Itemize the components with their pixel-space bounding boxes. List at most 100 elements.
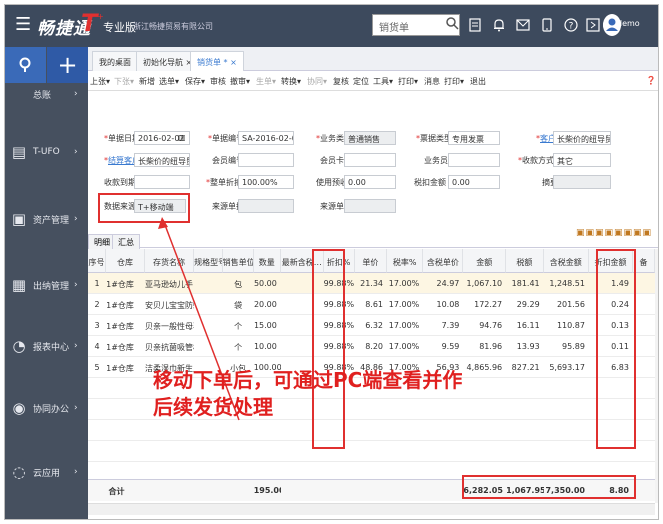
sidebar-add-button[interactable]: + bbox=[47, 47, 88, 83]
horizontal-scrollbar[interactable] bbox=[88, 503, 655, 515]
exit-button[interactable]: 退出 bbox=[470, 76, 486, 87]
col-header-tax-rate[interactable]: 税率% bbox=[387, 249, 424, 273]
cell-tax[interactable]: 29.29 bbox=[506, 294, 544, 315]
cell-remark[interactable] bbox=[633, 357, 655, 378]
col-header-unit[interactable]: 销售单位 bbox=[222, 249, 254, 273]
cell-item-name[interactable]: 亚马逊幼儿手口… bbox=[145, 273, 194, 294]
col-header-remark[interactable]: 备 bbox=[632, 249, 655, 273]
print-button[interactable]: 打印▾ bbox=[398, 76, 418, 87]
cell-latest-price[interactable] bbox=[281, 294, 324, 315]
audit-button[interactable]: 审核 bbox=[210, 76, 226, 87]
prepaid-field[interactable]: 0.00 bbox=[344, 175, 396, 189]
cell-no[interactable]: 5 bbox=[88, 357, 106, 378]
col-header-price[interactable]: 单价 bbox=[354, 249, 388, 273]
cell-tax-price[interactable]: 10.08 bbox=[423, 294, 463, 315]
cell-tax-rate[interactable]: 17.00% bbox=[387, 294, 423, 315]
tab-desktop[interactable]: 我的桌面 bbox=[92, 51, 138, 71]
cell-discount[interactable]: 99.88% bbox=[324, 294, 355, 315]
cell-item-name[interactable]: 贝亲一般性母乳… bbox=[145, 315, 194, 336]
sidebar-item-ledger[interactable]: 总账 › bbox=[5, 83, 88, 105]
cell-warehouse[interactable]: 1#仓库 bbox=[106, 273, 145, 294]
next-button[interactable]: 下张▾ bbox=[114, 76, 134, 87]
settle-customer-field[interactable]: 长柴价的纽导贸 bbox=[134, 153, 190, 167]
print-menu-button[interactable]: 打印▾ bbox=[444, 76, 464, 87]
cell-price[interactable]: 8.20 bbox=[355, 336, 387, 357]
sidebar-item-tufo[interactable]: ▤ T-UFO › bbox=[5, 137, 88, 167]
convert-button[interactable]: 转换▾ bbox=[281, 76, 301, 87]
cell-no[interactable]: 3 bbox=[88, 315, 106, 336]
cell-amount[interactable]: 172.27 bbox=[463, 294, 506, 315]
table-row[interactable]: 31#仓库贝亲一般性母乳… 个15.00 99.88%6.3217.00%7.399… bbox=[88, 315, 655, 336]
cell-tax[interactable]: 181.41 bbox=[506, 273, 544, 294]
cell-discount[interactable]: 99.88% bbox=[324, 315, 355, 336]
sidebar-item-report-center[interactable]: ◔ 报表中心 › bbox=[5, 331, 88, 361]
locate-button[interactable]: 定位 bbox=[353, 76, 369, 87]
save-button[interactable]: 保存▾ bbox=[185, 76, 205, 87]
cell-discount-amount[interactable]: 0.24 bbox=[589, 294, 633, 315]
cell-unit[interactable]: 袋 bbox=[223, 294, 254, 315]
doc-no-field[interactable]: SA-2016-02-00-0... bbox=[238, 131, 294, 145]
cell-spec[interactable] bbox=[194, 273, 222, 294]
phone-icon[interactable] bbox=[537, 15, 557, 35]
new-button[interactable]: 新增 bbox=[139, 76, 155, 87]
tab-sales-order[interactable]: 销货单 * × bbox=[190, 51, 244, 71]
table-row[interactable]: 21#仓库安贝儿宝宝防蚊… 袋20.00 99.88%8.6117.00%10.08… bbox=[88, 294, 655, 315]
collab-button[interactable]: 协同▾ bbox=[307, 76, 327, 87]
customer-field[interactable]: 长柴价的纽导贸 bbox=[553, 131, 611, 145]
cell-remark[interactable] bbox=[633, 294, 655, 315]
cell-latest-price[interactable] bbox=[281, 336, 324, 357]
col-header-amount[interactable]: 金额 bbox=[463, 249, 507, 273]
message-button[interactable]: 消息 bbox=[424, 76, 440, 87]
cell-qty[interactable]: 15.00 bbox=[254, 315, 281, 336]
cell-warehouse[interactable]: 1#仓库 bbox=[106, 294, 145, 315]
cell-warehouse[interactable]: 1#仓库 bbox=[106, 357, 145, 378]
receipt-date-field[interactable] bbox=[134, 175, 190, 189]
cell-total[interactable]: 1,248.51 bbox=[544, 273, 589, 294]
sidebar-item-cloud[interactable]: ◌ 云应用 › bbox=[5, 457, 88, 487]
discount-field[interactable]: 100.00% bbox=[238, 175, 294, 189]
cell-total[interactable]: 201.56 bbox=[544, 294, 589, 315]
cell-discount-amount[interactable]: 1.49 bbox=[589, 273, 633, 294]
logout-icon[interactable] bbox=[583, 15, 603, 35]
col-header-total[interactable]: 含税金额 bbox=[543, 249, 589, 273]
cell-remark[interactable] bbox=[633, 315, 655, 336]
user-name[interactable]: demo bbox=[617, 19, 640, 28]
biz-type-select[interactable]: 普通销售 bbox=[344, 131, 396, 145]
mail-icon[interactable] bbox=[513, 15, 533, 35]
col-header-tax-price[interactable]: 含税单价 bbox=[423, 249, 464, 273]
cell-qty[interactable]: 10.00 bbox=[254, 336, 281, 357]
collect-select[interactable]: 其它 bbox=[553, 153, 611, 167]
cell-total[interactable]: 110.87 bbox=[544, 315, 589, 336]
cell-remark[interactable] bbox=[633, 336, 655, 357]
table-row-empty[interactable] bbox=[88, 420, 655, 441]
cell-amount[interactable]: 94.76 bbox=[463, 315, 506, 336]
help-icon[interactable]: ? bbox=[561, 15, 581, 35]
table-row-empty[interactable] bbox=[88, 441, 655, 462]
sidebar-search-button[interactable] bbox=[5, 47, 46, 83]
select-button[interactable]: 选单▾ bbox=[159, 76, 179, 87]
cell-total[interactable]: 5,693.17 bbox=[544, 357, 589, 378]
col-header-qty[interactable]: 数量 bbox=[253, 249, 281, 273]
cell-no[interactable]: 1 bbox=[88, 273, 106, 294]
generate-button[interactable]: 生单▾ bbox=[256, 76, 276, 87]
review-button[interactable]: 复核 bbox=[333, 76, 349, 87]
cell-spec[interactable] bbox=[194, 336, 222, 357]
member-no-field[interactable] bbox=[238, 153, 294, 167]
cell-amount[interactable]: 1,067.10 bbox=[463, 273, 506, 294]
cell-unit[interactable]: 个 bbox=[223, 315, 254, 336]
cell-total[interactable]: 95.89 bbox=[544, 336, 589, 357]
cell-tax[interactable]: 827.21 bbox=[506, 357, 544, 378]
cell-price[interactable]: 8.61 bbox=[355, 294, 387, 315]
sidebar-item-cashier[interactable]: ▦ 出纳管理 › bbox=[5, 270, 88, 300]
cell-item-name[interactable]: 贝亲抗菌吸管杯… bbox=[145, 336, 194, 357]
search-icon[interactable] bbox=[445, 16, 459, 30]
document-icon[interactable] bbox=[465, 15, 485, 35]
sidebar-item-asset[interactable]: ▣ 资产管理 › bbox=[5, 204, 88, 234]
summary-field[interactable] bbox=[553, 175, 611, 189]
table-row[interactable]: 11#仓库亚马逊幼儿手口… 包50.00 99.88%21.3417.00%24.9… bbox=[88, 273, 655, 294]
salesman-field[interactable] bbox=[448, 153, 500, 167]
cell-tax-price[interactable]: 24.97 bbox=[423, 273, 463, 294]
col-header-latest-price[interactable]: 最新含税… bbox=[280, 249, 324, 273]
cell-no[interactable]: 2 bbox=[88, 294, 106, 315]
col-header-spec[interactable]: 规格型号 bbox=[194, 249, 223, 273]
